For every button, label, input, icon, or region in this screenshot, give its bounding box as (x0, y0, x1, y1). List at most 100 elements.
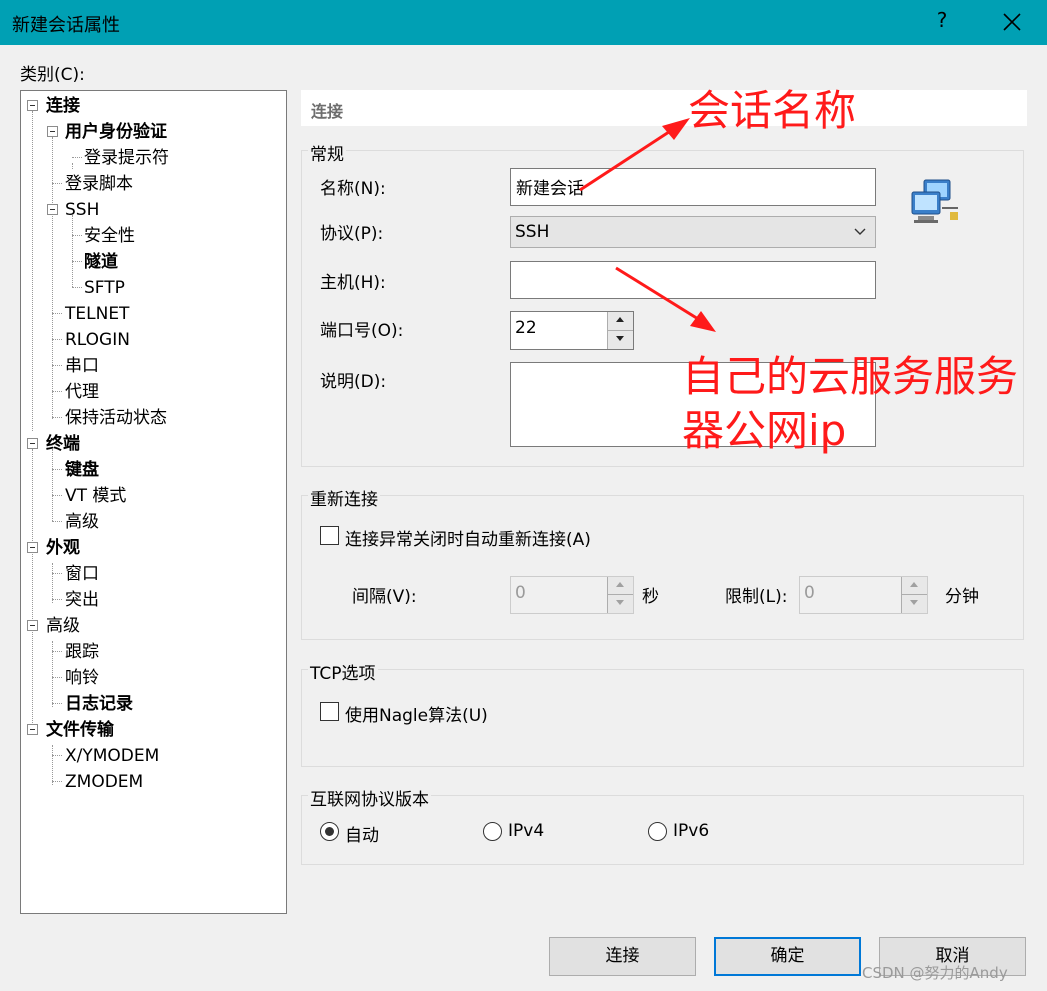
tree-item-vt-mode[interactable]: VT 模式 (65, 484, 126, 508)
collapse-icon[interactable] (27, 438, 38, 449)
tree-item-proxy[interactable]: 代理 (65, 380, 99, 404)
tree-line (52, 183, 62, 184)
tree-item-serial[interactable]: 串口 (65, 354, 99, 378)
help-button[interactable]: ? (930, 8, 954, 36)
tree-item-sftp[interactable]: SFTP (84, 276, 125, 300)
general-group-title: 常规 (308, 140, 346, 165)
port-stepper[interactable]: 22 (510, 311, 634, 350)
tree-item-appearance[interactable]: 外观 (46, 536, 80, 560)
tree-item-login-script[interactable]: 登录脚本 (65, 172, 133, 196)
description-label: 说明(D): (320, 372, 387, 392)
tree-item-user-auth[interactable]: 用户身份验证 (65, 120, 167, 144)
reconnect-group (301, 495, 1024, 640)
limit-stepper[interactable]: 0 (799, 576, 928, 614)
tree-item-logging[interactable]: 日志记录 (65, 692, 133, 716)
tree-item-terminal-advanced[interactable]: 高级 (65, 510, 99, 534)
tree-item-highlight[interactable]: 突出 (65, 588, 99, 612)
tree-line (52, 469, 62, 470)
ip-auto-label[interactable]: 自动 (345, 821, 379, 846)
ip-auto-radio[interactable] (320, 822, 339, 841)
limit-unit: 分钟 (945, 587, 979, 607)
collapse-icon[interactable] (47, 204, 58, 215)
interval-value: 0 (515, 583, 526, 603)
tree-item-file-transfer[interactable]: 文件传输 (46, 718, 114, 742)
ok-button[interactable]: 确定 (714, 937, 861, 976)
ipv4-label[interactable]: IPv4 (508, 821, 544, 841)
tree-item-advanced[interactable]: 高级 (46, 614, 80, 638)
tree-line (32, 111, 33, 431)
category-tree[interactable]: 连接 用户身份验证 登录提示符 登录脚本 SSH 安全性 隧道 SFTP TEL… (20, 90, 287, 914)
limit-decrement-button[interactable] (902, 595, 927, 613)
tree-item-window[interactable]: 窗口 (65, 562, 99, 586)
title-bar: 新建会话属性 ? (0, 0, 1047, 45)
port-increment-button[interactable] (608, 312, 633, 331)
tree-line (32, 449, 33, 735)
collapse-icon[interactable] (27, 620, 38, 631)
tree-item-terminal[interactable]: 终端 (46, 432, 80, 456)
tree-item-bell[interactable]: 响铃 (65, 666, 99, 690)
section-header: 连接 (301, 90, 1027, 126)
connect-button[interactable]: 连接 (549, 937, 696, 976)
tree-line (72, 287, 82, 288)
tree-item-keepalive[interactable]: 保持活动状态 (65, 406, 167, 430)
tree-line (52, 703, 62, 704)
nagle-checkbox[interactable] (320, 702, 339, 721)
tree-item-trace[interactable]: 跟踪 (65, 640, 99, 664)
interval-stepper[interactable]: 0 (510, 576, 634, 614)
limit-increment-button[interactable] (902, 577, 927, 595)
tcp-group-title: TCP选项 (308, 659, 378, 684)
reconnect-group-title: 重新连接 (308, 485, 380, 510)
name-input[interactable]: 新建会话 (510, 168, 876, 206)
port-value: 22 (515, 318, 537, 338)
tree-line (72, 157, 82, 158)
category-label: 类别(C): (20, 65, 85, 85)
tree-line (52, 755, 62, 756)
tree-item-login-prompt[interactable]: 登录提示符 (84, 146, 169, 170)
chevron-down-icon (854, 228, 866, 235)
annotation-host-hint-line2: 器公网ip (682, 406, 847, 455)
collapse-icon[interactable] (27, 100, 38, 111)
ipv4-radio[interactable] (483, 822, 502, 841)
tree-line (72, 235, 82, 236)
auto-reconnect-checkbox[interactable] (320, 526, 339, 545)
port-decrement-button[interactable] (608, 330, 633, 349)
port-stepper-buttons (607, 312, 633, 349)
interval-decrement-button[interactable] (608, 595, 633, 613)
tree-item-connection[interactable]: 连接 (46, 94, 80, 118)
tree-line (72, 261, 82, 262)
arrow-down-icon (616, 335, 624, 341)
close-icon[interactable] (996, 6, 1028, 38)
tree-line (52, 781, 62, 782)
tree-item-ssh[interactable]: SSH (65, 198, 99, 222)
tree-item-zmodem[interactable]: ZMODEM (65, 770, 143, 794)
collapse-icon[interactable] (27, 724, 38, 735)
auto-reconnect-label[interactable]: 连接异常关闭时自动重新连接(A) (345, 525, 591, 550)
window-title: 新建会话属性 (12, 15, 120, 36)
ipv6-label[interactable]: IPv6 (673, 821, 709, 841)
tree-line (72, 163, 73, 169)
tree-item-tunnel[interactable]: 隧道 (84, 250, 118, 274)
tree-item-rlogin[interactable]: RLOGIN (65, 328, 130, 352)
tree-line (52, 365, 62, 366)
host-input[interactable] (510, 261, 876, 299)
collapse-icon[interactable] (27, 542, 38, 553)
tree-line (52, 495, 62, 496)
port-label: 端口号(O): (320, 321, 404, 341)
tree-line (52, 521, 62, 522)
tree-line (52, 417, 62, 418)
arrow-down-icon (616, 600, 624, 605)
tree-item-security[interactable]: 安全性 (84, 224, 135, 248)
ipv6-radio[interactable] (648, 822, 667, 841)
interval-stepper-buttons (607, 577, 633, 613)
interval-increment-button[interactable] (608, 577, 633, 595)
nagle-label[interactable]: 使用Nagle算法(U) (345, 701, 488, 726)
collapse-icon[interactable] (47, 126, 58, 137)
tree-line (52, 449, 53, 521)
tree-item-xymodem[interactable]: X/YMODEM (65, 744, 159, 768)
tree-item-telnet[interactable]: TELNET (65, 302, 129, 326)
tree-line (52, 599, 62, 600)
tree-item-keyboard[interactable]: 键盘 (65, 458, 99, 482)
protocol-select[interactable]: SSH (510, 216, 876, 248)
tree-line (52, 339, 62, 340)
tree-line (52, 137, 53, 419)
